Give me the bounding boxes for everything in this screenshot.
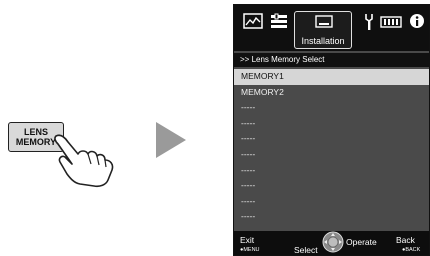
memory-item-2[interactable]: MEMORY2	[234, 85, 429, 101]
memory-item-9[interactable]: -----	[234, 194, 429, 210]
picture-adjust-icon[interactable]	[242, 13, 264, 35]
menu-footer: Exit ●MENU Select Operate Back ●BACK	[234, 231, 429, 255]
info-icon[interactable]	[406, 13, 428, 35]
memory-item-3[interactable]: -----	[234, 100, 429, 116]
input-signal-icon[interactable]	[268, 13, 290, 35]
operate-label: Operate	[346, 237, 377, 247]
back-key: ●BACK	[402, 247, 421, 253]
osd-menu: Installation >> Lens Memory Select MEMOR…	[233, 4, 430, 256]
tab-installation-label: Installation	[301, 36, 345, 46]
menu-title: >> Lens Memory Select	[234, 53, 429, 67]
tool-icon[interactable]	[358, 13, 380, 35]
memory-item-7[interactable]: -----	[234, 163, 429, 179]
installation-icon	[315, 15, 333, 28]
menu-tab-bar: Installation	[234, 5, 429, 51]
tab-installation[interactable]: Installation	[294, 11, 352, 49]
memory-item-1[interactable]: MEMORY1	[234, 69, 429, 85]
exit-label[interactable]: Exit	[240, 235, 254, 245]
memory-item-4[interactable]: -----	[234, 116, 429, 132]
memory-item-10[interactable]: -----	[234, 209, 429, 225]
memory-item-5[interactable]: -----	[234, 131, 429, 147]
memory-item-6[interactable]: -----	[234, 147, 429, 163]
select-label: Select	[294, 245, 318, 255]
exit-menu-key: ●MENU	[240, 247, 260, 253]
function-icon[interactable]	[380, 13, 402, 35]
navigation-dial-icon[interactable]	[322, 231, 344, 253]
pressing-hand-icon	[54, 134, 114, 188]
memory-list: MEMORY1 MEMORY2 ----- ----- ----- ----- …	[234, 69, 429, 225]
next-step-arrow-icon	[156, 122, 186, 158]
memory-item-8[interactable]: -----	[234, 178, 429, 194]
back-label[interactable]: Back	[396, 235, 415, 245]
